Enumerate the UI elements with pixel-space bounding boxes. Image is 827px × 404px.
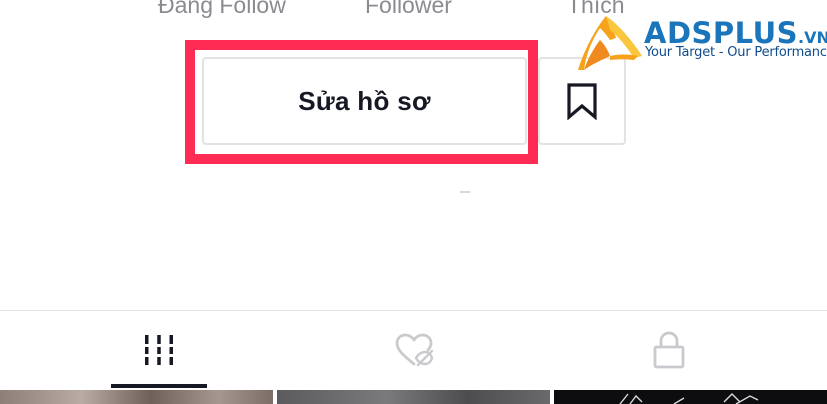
- tab-videos[interactable]: [55, 311, 263, 389]
- video-thumbnail[interactable]: [554, 390, 827, 404]
- video-thumbnail[interactable]: [0, 390, 273, 404]
- following-label[interactable]: Đang Follow: [158, 0, 286, 19]
- video-thumbnail[interactable]: [277, 390, 550, 404]
- adsplus-logo-mark: [578, 16, 642, 70]
- followers-label[interactable]: Follower: [365, 0, 452, 19]
- thumbnail-scribble-art: [619, 393, 759, 404]
- heart-hidden-icon: [395, 333, 434, 367]
- edit-profile-button[interactable]: Sửa hồ sơ: [202, 57, 527, 145]
- active-tab-indicator: [111, 384, 207, 388]
- brand-slogan: Your Target - Our Performance: [645, 45, 827, 60]
- tab-liked[interactable]: [310, 311, 518, 389]
- tab-private[interactable]: [565, 311, 773, 389]
- adsplus-watermark: ADSPLUS.VN Your Target - Our Performance: [574, 10, 827, 106]
- bio-placeholder-dash: [460, 191, 470, 193]
- lock-icon: [653, 331, 685, 369]
- edit-profile-label: Sửa hồ sơ: [298, 85, 431, 116]
- grid-icon: [142, 335, 176, 365]
